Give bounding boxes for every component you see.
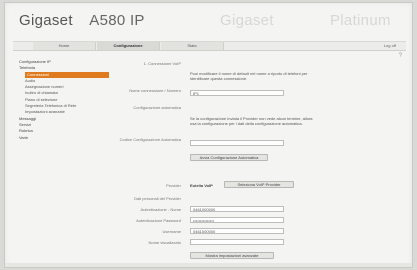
personal-data-label: Dati personali del Provider xyxy=(134,196,181,201)
device-model: A580 IP xyxy=(89,12,145,29)
display-name-label: Nome visualizzato xyxy=(148,240,181,245)
bottom-strip xyxy=(5,263,412,267)
username-label: Username xyxy=(162,229,181,234)
faded-brand-text-2: Platinum xyxy=(330,12,391,29)
sidebar-menu: Configurazione IP Telefonia Connessioni … xyxy=(19,59,109,141)
start-auto-config-button[interactable]: Avvia Configurazione Automatica xyxy=(190,154,268,161)
sidebar-item-varie[interactable]: Varie xyxy=(19,135,109,141)
auth-name-input[interactable]: 0461000000 xyxy=(190,206,284,212)
tab-home[interactable]: Home xyxy=(33,42,96,50)
connection-name-label: Nome connessione / Numero xyxy=(129,88,181,93)
faded-brand-text: Gigaset xyxy=(220,12,274,29)
auto-config-title: Configurazione automatica xyxy=(133,105,181,110)
tab-configurazione[interactable]: Configurazione xyxy=(97,42,160,50)
logout-link[interactable]: Log off xyxy=(384,42,396,50)
connection-form: 1. Connessione VoIP Puoi modificare il n… xyxy=(111,53,401,263)
auto-config-text: Se la configurazione inviata il Provider… xyxy=(190,116,313,126)
intro-text: Puoi modificare il nome di default nel n… xyxy=(190,71,308,81)
brand-name: Gigaset xyxy=(19,12,73,29)
select-provider-button[interactable]: Seleziona VoIP Provider xyxy=(224,181,294,188)
connection-name-input[interactable]: IP1 xyxy=(190,90,284,96)
auth-name-label: Autenticazione - Nome xyxy=(140,207,181,212)
general-settings-button[interactable]: Mostra impostazioni avanzate xyxy=(190,252,274,259)
username-input[interactable]: 0461000000 xyxy=(190,228,284,234)
auth-password-input[interactable]: ••••••••••••••• xyxy=(190,217,284,223)
tab-stato[interactable]: Stato xyxy=(161,42,224,50)
browser-frame: Gigaset A580 IP Gigaset Platinum Home Co… xyxy=(4,2,413,268)
auto-config-code-input[interactable] xyxy=(190,140,284,146)
auth-password-label: Autenticazione Password xyxy=(136,218,181,223)
top-tab-bar: Home Configurazione Stato Log off xyxy=(13,41,406,51)
auto-config-code-label: Codice Configurazione Automatica xyxy=(119,137,181,142)
section-title: 1. Connessione VoIP xyxy=(143,61,181,66)
provider-label: Provider xyxy=(166,183,181,188)
display-name-input[interactable] xyxy=(190,239,284,245)
brand-header: Gigaset A580 IP xyxy=(19,12,145,29)
